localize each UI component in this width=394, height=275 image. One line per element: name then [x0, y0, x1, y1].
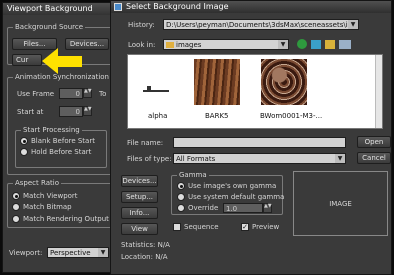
- blank-before-start-label: Blank Before Start: [31, 137, 95, 145]
- setup-button[interactable]: Setup...: [121, 191, 158, 203]
- chevron-down-icon: ▼: [335, 154, 345, 163]
- file-name-bark5[interactable]: BARK5: [205, 112, 229, 121]
- devices-button-2[interactable]: Devices...: [121, 175, 158, 187]
- max-app-icon: [114, 3, 122, 11]
- file-name-label: File name:: [127, 139, 164, 147]
- chevron-down-icon: ▼: [98, 248, 108, 257]
- gamma-system-radio[interactable]: [177, 193, 185, 201]
- gamma-own-radio[interactable]: [177, 182, 185, 190]
- select-image-titlebar[interactable]: Select Background Image: [111, 1, 391, 13]
- open-button[interactable]: Open: [357, 136, 391, 148]
- hold-before-start-radio[interactable]: [20, 148, 28, 156]
- match-viewport-radio[interactable]: [12, 192, 20, 200]
- use-frame-label: Use Frame: [17, 90, 55, 98]
- match-rendering-output-label: Match Rendering Output: [23, 215, 109, 223]
- view-menu-icon[interactable]: [339, 40, 351, 49]
- sequence-checkbox[interactable]: [173, 223, 181, 231]
- chevron-down-icon: ▼: [278, 40, 288, 49]
- alpha-thumbnail[interactable]: [133, 59, 179, 105]
- gamma-override-radio[interactable]: [177, 204, 185, 212]
- alpha-thumb-mark-2: [147, 86, 151, 90]
- match-viewport-label: Match Viewport: [23, 192, 78, 200]
- blank-before-start-radio[interactable]: [20, 137, 28, 145]
- folder-icon: [166, 42, 174, 48]
- history-dropdown[interactable]: D:\Users\peyman\Documents\3dsMax\sceneas…: [163, 19, 359, 30]
- gamma-override-field[interactable]: 1.0: [223, 203, 263, 213]
- viewport-dropdown[interactable]: Perspective ▼: [47, 247, 109, 258]
- match-bitmap-label: Match Bitmap: [23, 203, 72, 211]
- select-background-image-dialog: Select Background Image History: D:\User…: [110, 0, 392, 275]
- hold-before-start-label: Hold Before Start: [31, 148, 92, 156]
- yellow-arrow-annotation: [42, 48, 82, 74]
- match-rendering-output-radio[interactable]: [12, 215, 20, 223]
- back-icon[interactable]: [297, 39, 307, 49]
- file-name-input[interactable]: [173, 137, 346, 148]
- preview-checkbox[interactable]: ✓: [241, 223, 249, 231]
- look-in-dropdown[interactable]: images ▼: [163, 39, 289, 50]
- file-name-alpha[interactable]: alpha: [148, 112, 167, 121]
- viewport-label: Viewport:: [9, 249, 43, 257]
- sequence-label: Sequence: [184, 223, 219, 231]
- alpha-thumb-mark-1: [143, 90, 169, 92]
- cancel-button[interactable]: Cancel: [357, 152, 391, 164]
- files-of-type-dropdown[interactable]: All Formats ▼: [173, 153, 346, 164]
- history-label: History:: [128, 21, 155, 29]
- start-at-spinner[interactable]: ▲▼: [83, 106, 92, 116]
- look-in-label: Look in:: [128, 41, 156, 49]
- bark5-thumbnail[interactable]: [194, 59, 240, 105]
- start-at-field[interactable]: 0: [59, 106, 83, 117]
- viewport-background-title: Viewport Background: [7, 4, 93, 13]
- bwom-thumbnail[interactable]: [261, 59, 307, 105]
- use-frame-field[interactable]: 0: [59, 88, 83, 99]
- up-folder-icon[interactable]: [311, 40, 321, 49]
- location-label: Location: N/A: [121, 253, 168, 261]
- view-button[interactable]: View: [121, 223, 158, 235]
- to-label: To: [99, 90, 107, 98]
- info-button[interactable]: Info...: [121, 207, 158, 219]
- gamma-override-label: Override: [188, 204, 219, 212]
- viewport-background-titlebar[interactable]: Viewport Background: [3, 3, 116, 15]
- preview-label: Preview: [252, 223, 280, 231]
- file-list-pane[interactable]: alpha BARK5 BWom0001-M3-...: [127, 54, 383, 129]
- statistics-label: Statistics: N/A: [121, 241, 170, 249]
- gamma-override-spinner[interactable]: ▲▼: [263, 203, 272, 213]
- start-at-label: Start at: [17, 108, 44, 116]
- cur-button[interactable]: Cur: [12, 54, 42, 66]
- gamma-system-label: Use system default gamma: [188, 193, 285, 201]
- viewport-background-dialog: Viewport Background Background Source Fi…: [2, 2, 117, 273]
- image-preview-box: IMAGE: [293, 171, 388, 236]
- select-image-title: Select Background Image: [126, 2, 229, 11]
- gamma-own-label: Use image's own gamma: [188, 182, 277, 190]
- new-folder-icon[interactable]: [325, 40, 335, 49]
- file-list-scrollbar[interactable]: [375, 55, 382, 128]
- use-frame-spinner[interactable]: ▲▼: [83, 88, 92, 98]
- match-bitmap-radio[interactable]: [12, 203, 20, 211]
- image-preview-label: IMAGE: [329, 200, 352, 208]
- files-of-type-label: Files of type:: [127, 155, 172, 163]
- chevron-down-icon: ▼: [348, 20, 358, 29]
- file-name-bwom[interactable]: BWom0001-M3-...: [260, 112, 322, 121]
